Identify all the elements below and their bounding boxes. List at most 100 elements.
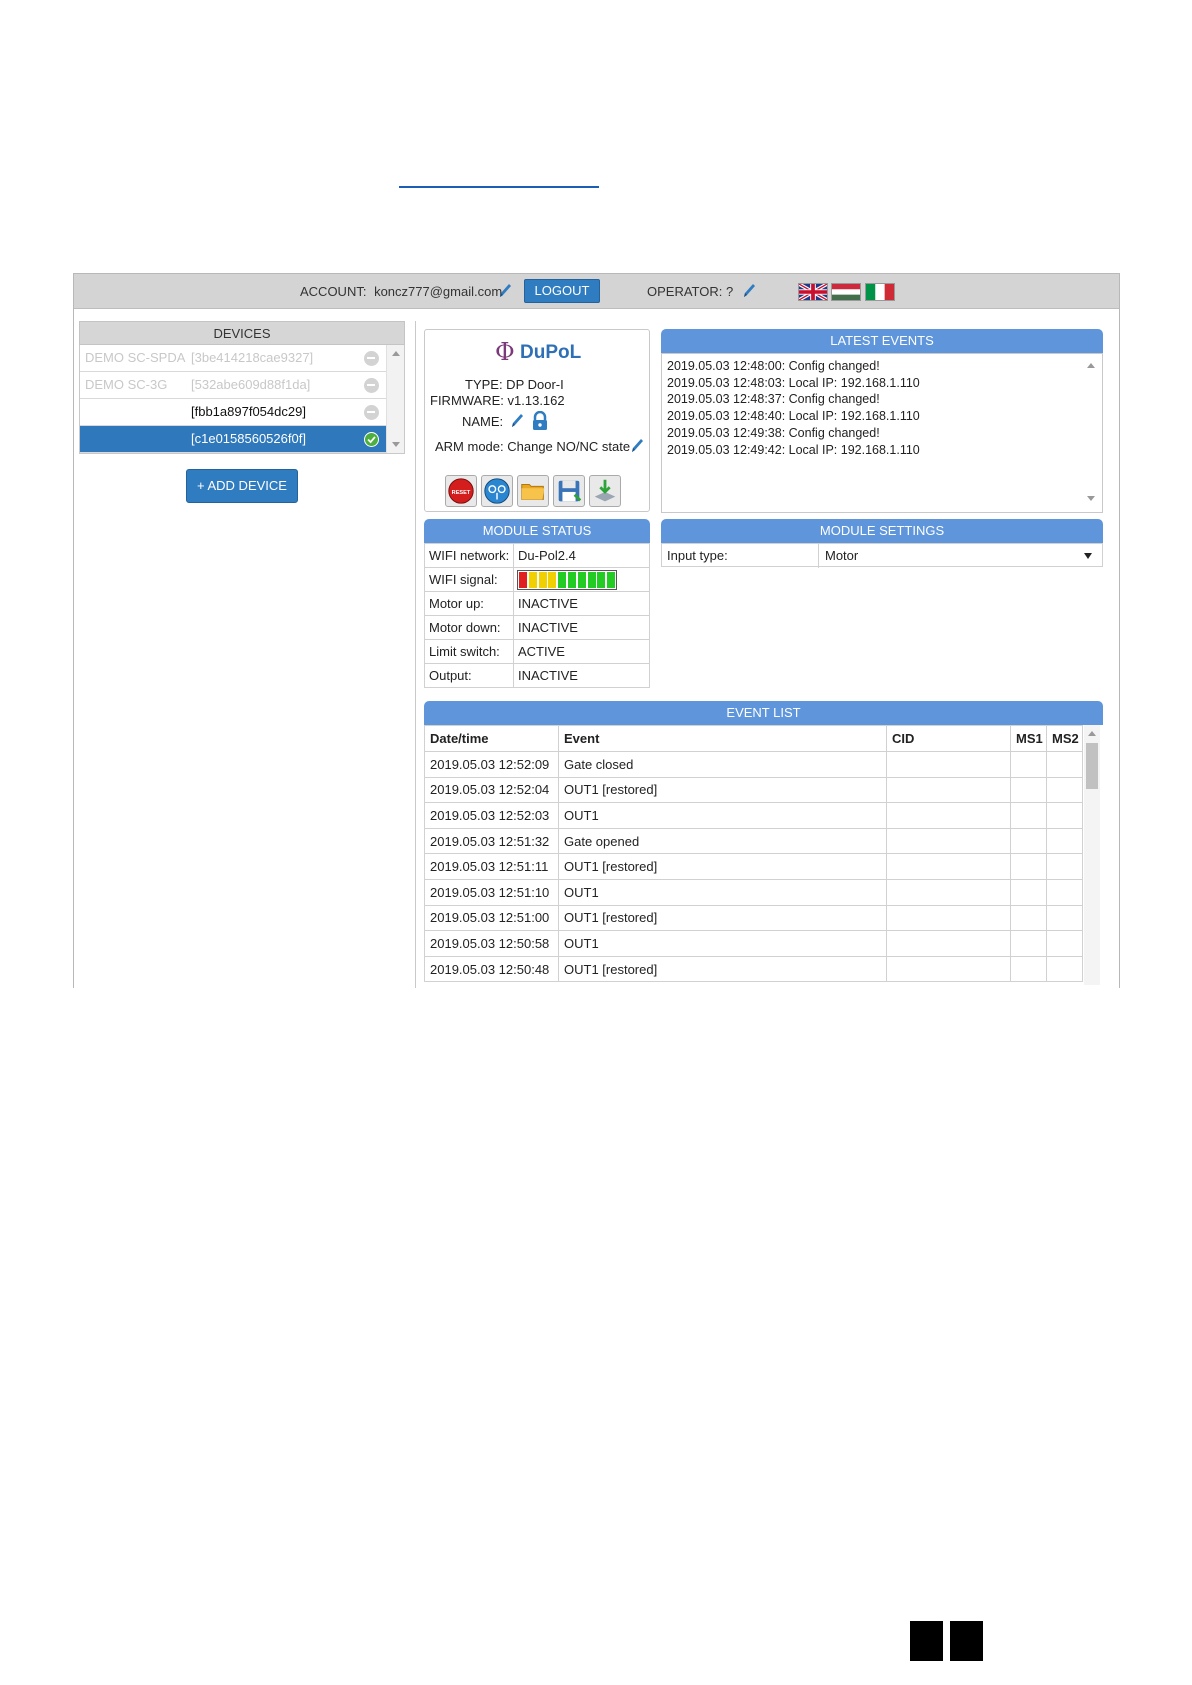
cell-ms2 — [1046, 751, 1083, 778]
wifi-signal-cell — [513, 567, 650, 592]
devices-panel: DEVICES DEMO SC-SPDA [3be414218cae9327] … — [79, 321, 405, 503]
edit-account-pencil-icon[interactable] — [497, 282, 513, 300]
table-row[interactable]: 2019.05.03 12:51:32 Gate opened — [424, 827, 1083, 855]
signal-segment — [577, 571, 586, 588]
device-offline-icon — [364, 351, 379, 366]
edit-name-pencil-icon[interactable] — [509, 412, 525, 430]
table-row[interactable]: 2019.05.03 12:51:00 OUT1 [restored] — [424, 904, 1083, 932]
status-key: Output: — [424, 663, 514, 688]
signal-segment — [548, 571, 557, 588]
link-underline[interactable] — [399, 186, 599, 188]
remote-icon[interactable] — [481, 475, 513, 507]
add-device-button[interactable]: + ADD DEVICE — [186, 469, 298, 503]
module-settings-title: MODULE SETTINGS — [661, 519, 1103, 543]
cell-datetime: 2019.05.03 12:52:04 — [424, 776, 559, 804]
cell-event: Gate closed — [558, 751, 887, 778]
table-row[interactable]: 2019.05.03 12:51:10 OUT1 — [424, 878, 1083, 906]
cell-ms2 — [1046, 955, 1083, 983]
device-list-scrollbar[interactable] — [386, 345, 404, 453]
latest-events-scrollbar[interactable] — [1084, 357, 1098, 507]
column-header-event[interactable]: Event — [558, 725, 887, 752]
status-key: WIFI network: — [424, 543, 514, 568]
cell-cid — [886, 751, 1011, 778]
status-row: WIFI signal: — [424, 567, 650, 592]
latest-event-line: 2019.05.03 12:49:42: Local IP: 192.168.1… — [667, 443, 920, 457]
device-item-selected[interactable]: [c1e0158560526f0f] — [80, 426, 386, 453]
logout-button[interactable]: LOGOUT — [524, 279, 600, 303]
italian-flag-icon[interactable] — [865, 283, 895, 301]
column-header-cid[interactable]: CID — [886, 725, 1011, 752]
status-value: INACTIVE — [513, 591, 650, 616]
cell-datetime: 2019.05.03 12:51:32 — [424, 827, 559, 855]
cell-cid — [886, 802, 1011, 829]
signal-segment — [519, 571, 527, 588]
device-online-check-icon — [364, 432, 379, 447]
device-item[interactable]: DEMO SC-SPDA [3be414218cae9327] — [80, 345, 386, 372]
latest-events-box: 2019.05.03 12:48:00: Config changed! 201… — [661, 353, 1103, 513]
account-label: ACCOUNT: — [300, 284, 367, 299]
scroll-up-icon[interactable] — [1087, 363, 1095, 368]
device-item[interactable]: DEMO SC-3G [532abe609d88f1da] — [80, 372, 386, 399]
column-header-datetime[interactable]: Date/time — [424, 725, 559, 752]
scroll-up-icon[interactable] — [392, 351, 400, 356]
latest-event-line: 2019.05.03 12:48:37: Config changed! — [667, 392, 880, 406]
signal-segment — [568, 571, 576, 588]
column-header-ms1[interactable]: MS1 — [1010, 725, 1047, 752]
cell-datetime: 2019.05.03 12:51:11 — [424, 853, 559, 880]
device-item[interactable]: [fbb1a897f054dc29] — [80, 399, 386, 426]
event-list-scrollbar[interactable] — [1084, 725, 1100, 985]
latest-events-title: LATEST EVENTS — [661, 329, 1103, 353]
scroll-down-icon[interactable] — [1087, 496, 1095, 501]
table-row[interactable]: 2019.05.03 12:50:58 OUT1 — [424, 930, 1083, 957]
save-icon[interactable] — [553, 475, 585, 507]
edit-operator-pencil-icon[interactable] — [741, 282, 757, 300]
chevron-down-icon[interactable] — [1084, 553, 1092, 559]
hungarian-flag-icon[interactable] — [831, 283, 861, 301]
table-row[interactable]: 2019.05.03 12:50:48 OUT1 [restored] — [424, 955, 1083, 983]
cell-cid — [886, 878, 1011, 906]
download-icon[interactable] — [589, 475, 621, 507]
app-window: ACCOUNT: koncz777@gmail.com LOGOUT OPERA… — [73, 273, 1120, 988]
device-list: DEMO SC-SPDA [3be414218cae9327] DEMO SC-… — [79, 345, 405, 454]
status-row: Output: INACTIVE — [424, 663, 650, 688]
table-row[interactable]: 2019.05.03 12:52:09 Gate closed — [424, 751, 1083, 778]
status-row: Limit switch: ACTIVE — [424, 639, 650, 664]
cell-ms2 — [1046, 904, 1083, 932]
device-name-label: NAME: — [462, 414, 504, 429]
cell-event: OUT1 [restored] — [558, 904, 887, 932]
latest-event-line: 2019.05.03 12:48:03: Local IP: 192.168.1… — [667, 376, 920, 390]
uk-flag-icon[interactable] — [798, 283, 828, 301]
status-value: ACTIVE — [513, 639, 650, 664]
cell-cid — [886, 955, 1011, 983]
cell-ms1 — [1010, 802, 1047, 829]
event-list-title: EVENT LIST — [424, 701, 1103, 725]
device-info-box: Φ DuPoL TYPE: DP Door-I FIRMWARE: v1.13.… — [424, 329, 650, 512]
cell-datetime: 2019.05.03 12:50:58 — [424, 930, 559, 957]
table-row[interactable]: 2019.05.03 12:52:03 OUT1 — [424, 802, 1083, 829]
scroll-down-icon[interactable] — [392, 442, 400, 447]
cell-event: OUT1 [restored] — [558, 955, 887, 983]
device-offline-icon — [364, 405, 379, 420]
table-row[interactable]: 2019.05.03 12:52:04 OUT1 [restored] — [424, 776, 1083, 804]
device-id: [fbb1a897f054dc29] — [191, 404, 306, 419]
cell-event: Gate opened — [558, 827, 887, 855]
edit-arm-mode-pencil-icon[interactable] — [629, 437, 645, 455]
cell-datetime: 2019.05.03 12:52:09 — [424, 751, 559, 778]
input-type-label: Input type: — [667, 548, 728, 563]
table-row[interactable]: 2019.05.03 12:51:11 OUT1 [restored] — [424, 853, 1083, 880]
account-info: ACCOUNT: koncz777@gmail.com — [300, 284, 502, 299]
scroll-up-icon[interactable] — [1088, 731, 1096, 736]
cell-ms1 — [1010, 751, 1047, 778]
cell-event: OUT1 — [558, 802, 887, 829]
cell-ms1 — [1010, 827, 1047, 855]
page-corner-mark — [910, 1621, 943, 1661]
column-header-ms2[interactable]: MS2 — [1046, 725, 1083, 752]
signal-segment — [538, 571, 547, 588]
cell-event: OUT1 [restored] — [558, 776, 887, 804]
scrollbar-thumb[interactable] — [1086, 743, 1098, 789]
lock-icon[interactable] — [531, 411, 549, 431]
folder-icon[interactable] — [517, 475, 549, 507]
reset-icon[interactable]: RESET — [445, 475, 477, 507]
signal-segment — [558, 571, 567, 588]
input-type-select[interactable]: Motor — [825, 548, 858, 563]
